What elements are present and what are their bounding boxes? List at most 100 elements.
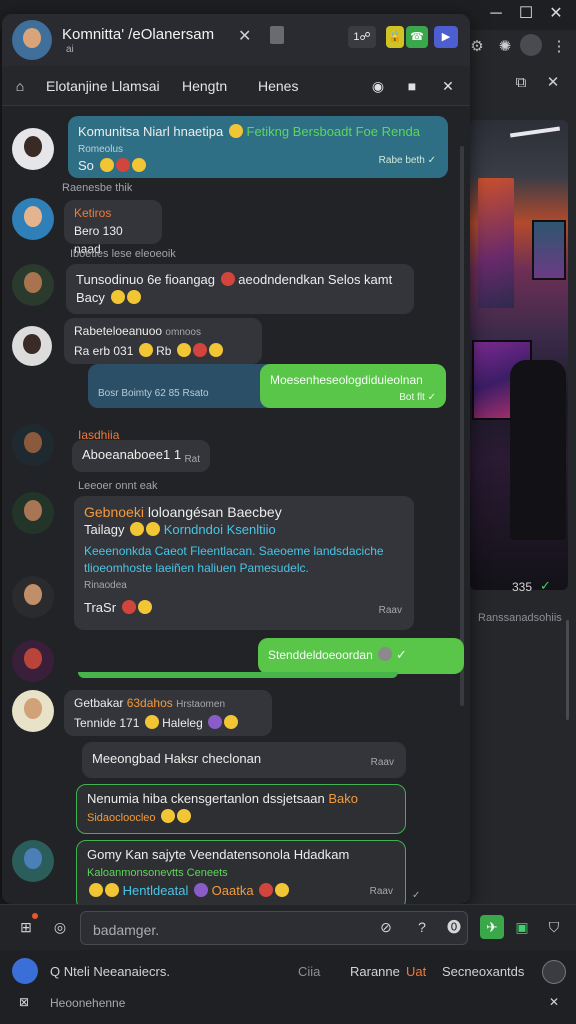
share-icon[interactable]: ⧉ (510, 72, 532, 94)
message-text: Tailagy (84, 522, 125, 537)
image-caption: Ranssanadsohiis (478, 612, 562, 624)
message-bubble[interactable]: Stenddeldoeoordan ✓ (258, 638, 464, 674)
chat-subtitle: ai (66, 44, 74, 55)
read-check-icon: ✓ (540, 578, 551, 593)
message-bubble[interactable]: Tunsodinuo 6e fioangag aeodndendkan Selo… (66, 264, 414, 314)
tab-bar: ⌂ Elotanjine Llamsai Hengtn Henes ◉ ■ ✕ (2, 66, 470, 106)
bottom-bar: Q Nteli Neeanaiecrs. Ciia Raranne Uat Se… (0, 950, 576, 1024)
message-time: Raav (378, 605, 402, 616)
notification-dot (32, 913, 38, 919)
message-title: Gomy Kan sajyte Veendatensonola Hdadkam (87, 847, 350, 862)
message-text: Hentldeatal (122, 883, 189, 898)
message-bubble[interactable]: Ketiros Bero 130 naad (64, 200, 162, 256)
tab-main[interactable]: Elotanjine Llamsai (46, 78, 160, 94)
phone-icon[interactable]: ☎ (406, 26, 428, 48)
avatar[interactable] (12, 640, 54, 682)
message-bubble[interactable]: Nenumia hiba ckensgertanlon dssjetsaan B… (76, 784, 406, 834)
message-text: Komunitsa Niarl hnaetipa (78, 124, 224, 139)
chat-window: Komnitta' /eOlanersam ai ✕ 1☍ 🔒 ☎ ▶ ⌂ El… (2, 14, 470, 904)
tab-hengtn[interactable]: Hengtn (182, 78, 227, 94)
scrollbar[interactable] (460, 146, 464, 706)
gear-icon[interactable]: ✺ (494, 36, 516, 58)
close-icon[interactable]: ✕ (238, 26, 251, 46)
gif-icon[interactable]: ? (410, 915, 434, 939)
system-note: Iboeties lese eleoeoik (70, 248, 176, 260)
message-text: Nenumia hiba ckensgertanlon dssjetsaan (87, 791, 325, 806)
message-bubble[interactable]: Gebnoeki loloangésan Baecbey Tailagy Kor… (74, 496, 414, 630)
system-note: Leeoer onnt eak (78, 480, 158, 492)
mic-icon[interactable]: ⓿ (442, 915, 466, 939)
scrollbar[interactable] (566, 620, 569, 720)
message-text: aeodndendkan Selos kamt (238, 272, 393, 287)
avatar[interactable] (520, 34, 542, 56)
close-icon[interactable]: ✕ (542, 990, 566, 1014)
close-icon[interactable]: ✕ (438, 76, 458, 96)
count-pill[interactable]: 1☍ (348, 26, 376, 48)
bottom-item[interactable]: Raranne (350, 964, 400, 979)
image-timestamp: 335 (512, 580, 533, 594)
avatar[interactable] (12, 690, 54, 732)
chat-avatar[interactable] (12, 20, 52, 60)
message-text: Moesenheseologdiduleolnan (270, 373, 423, 387)
message-title: Gebnoeki (84, 504, 144, 520)
bottom-item[interactable]: Ciia (298, 964, 320, 979)
message-bubble[interactable]: Moesenheseologdiduleolnan Bot flt ✓ (260, 364, 446, 408)
message-text: Rinaodea (84, 580, 127, 591)
doc-icon[interactable] (270, 26, 284, 44)
camera-icon[interactable]: ■ (402, 76, 422, 96)
minimize-icon[interactable]: ─ (484, 4, 508, 24)
emoji-icon[interactable]: ◎ (48, 915, 72, 939)
sticker-icon[interactable]: ⊘ (374, 915, 398, 939)
avatar[interactable] (12, 326, 52, 366)
avatar[interactable] (12, 198, 54, 240)
message-bubble[interactable]: Gomy Kan sajyte Veendatensonola Hdadkam … (76, 840, 406, 904)
send-icon[interactable]: ✈ (480, 915, 504, 939)
photo-icon[interactable]: ▣ (510, 915, 534, 939)
bottom-item[interactable]: Secneoxantds (442, 964, 524, 979)
message-time: Rabe beth (378, 155, 425, 166)
message-text: Kaloanmonsonevtts Ceneets (87, 867, 228, 879)
avatar[interactable] (12, 264, 54, 306)
status-icon[interactable] (542, 960, 566, 984)
message-time: Raav (370, 757, 394, 768)
message-text: Oaatka (211, 883, 254, 898)
search-input[interactable]: Q Nteli Neeanaiecrs. (50, 964, 170, 979)
message-text: Keeenonkda Caeot Fleentlacan. Saeoeme la… (84, 544, 384, 575)
home-icon[interactable]: ⌂ (10, 76, 30, 96)
message-title: 63dahos (126, 696, 173, 710)
tab-henes[interactable]: Henes (258, 78, 298, 94)
avatar[interactable] (12, 576, 54, 618)
video-icon[interactable]: ▶ (434, 26, 458, 48)
lock-icon[interactable]: 🔒 (386, 26, 404, 48)
avatar[interactable] (12, 492, 54, 534)
message-bubble[interactable]: Komunitsa Niarl hnaetipa Fetikng Bersboa… (68, 116, 448, 178)
avatar[interactable] (12, 424, 54, 466)
message-time: Bot flt (399, 392, 425, 403)
footer-text: Heoonehenne (50, 996, 126, 1010)
message-bubble[interactable]: Meeongbad Haksr checlonan Raav (82, 742, 406, 778)
message-title: Hrstaomen (176, 699, 225, 710)
message-bubble[interactable]: Getbakar 63dahos Hrstaomen Tennide 171 H… (64, 690, 272, 736)
maximize-icon[interactable]: ☐ (514, 4, 538, 24)
reply-strip (78, 672, 398, 678)
more-icon[interactable]: ⋮ (548, 36, 570, 58)
bottom-item[interactable]: Uat (406, 964, 426, 979)
message-bubble[interactable]: Aboeanaboee1 1 Rat (72, 440, 210, 472)
close-icon[interactable]: ✕ (542, 72, 564, 94)
avatar[interactable] (12, 840, 54, 882)
avatar[interactable] (12, 128, 54, 170)
record-icon[interactable]: ◉ (368, 76, 388, 96)
message-text: Haleleg (162, 716, 203, 730)
input-placeholder: badamger. (93, 922, 160, 938)
shield-icon[interactable]: ⛉ (542, 915, 566, 939)
message-title: loloangésan Baecbey (147, 504, 282, 520)
message-time: Raav (369, 886, 393, 897)
shared-image[interactable] (470, 120, 568, 590)
message-list: Komunitsa Niarl hnaetipa Fetikng Bersboa… (2, 106, 470, 904)
app-icon[interactable] (12, 958, 38, 984)
message-bubble[interactable]: Rabeteloeanuoo omnoos Ra erb 031 Rb (64, 318, 262, 364)
close-window-icon[interactable]: ✕ (544, 4, 568, 24)
message-text: Bacy (76, 290, 105, 305)
check-icon: ✓ (412, 890, 421, 901)
close-icon[interactable]: ⊠ (12, 990, 36, 1014)
